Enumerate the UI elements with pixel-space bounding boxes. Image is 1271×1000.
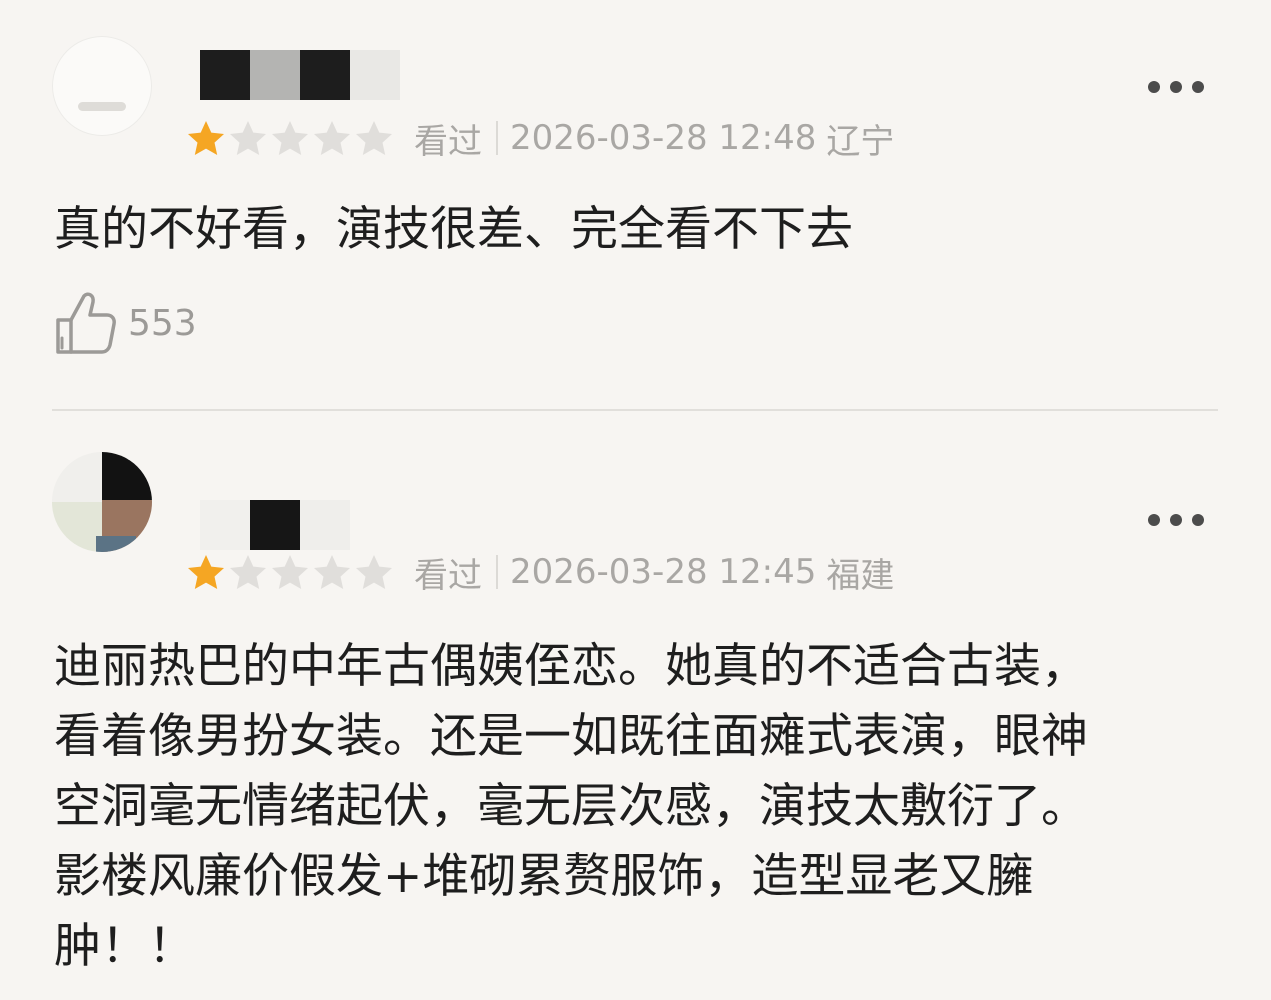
more-horizontal-icon [1192,514,1204,526]
redaction-block [250,50,300,100]
star-filled-icon [186,119,226,157]
star-filled-icon [186,553,226,591]
more-horizontal-icon [1170,81,1182,93]
more-horizontal-icon [1192,81,1204,93]
redaction-block [350,50,400,100]
star-empty-icon [270,553,310,591]
star-rating [186,553,394,591]
review-card: 看过 2026-03-28 12:45 福建 迪丽热巴的中年古偶姨侄恋。她真的不… [0,412,1271,1000]
meta-separator [496,555,498,589]
username-redacted[interactable] [200,50,430,100]
star-rating [186,119,394,157]
watched-label: 看过 [414,555,482,596]
star-empty-icon [228,553,268,591]
thumbs-up-icon [54,290,118,356]
review-text: 迪丽热巴的中年古偶姨侄恋。她真的不适合古装， 看着像男扮女装。还是一如既往面瘫式… [54,639,1088,974]
star-empty-icon [312,553,352,591]
avatar-photo-fragment [102,452,152,500]
avatar-photo-fragment [52,452,102,502]
more-horizontal-icon [1148,514,1160,526]
star-empty-icon [270,119,310,157]
review-text: 真的不好看，演技很差、完全看不下去 [54,202,853,257]
review-divider [52,409,1218,411]
redaction-block [200,500,250,550]
review-card: 看过 2026-03-28 12:48 辽宁 真的不好看，演技很差、完全看不下去… [0,0,1271,410]
rating-row: 看过 2026-03-28 12:45 福建 [186,552,894,596]
review-location: 辽宁 [826,121,895,162]
redaction-block [200,50,250,100]
redaction-block [300,50,350,100]
watched-label: 看过 [414,121,482,162]
meta-separator [496,121,498,155]
like-count: 553 [128,302,197,344]
avatar-placeholder [78,102,126,111]
like-button[interactable]: 553 [54,290,197,356]
more-options-button[interactable] [1148,510,1204,530]
review-date: 2026-03-28 12:45 [510,552,817,592]
star-empty-icon [354,119,394,157]
more-horizontal-icon [1148,81,1160,93]
rating-row: 看过 2026-03-28 12:48 辽宁 [186,118,894,162]
review-date: 2026-03-28 12:48 [510,118,817,158]
star-empty-icon [312,119,352,157]
more-options-button[interactable] [1148,77,1204,97]
redaction-block [300,500,350,550]
avatar-photo-fragment [96,536,136,552]
avatar-photo-fragment [52,502,102,552]
review-location: 福建 [826,555,895,596]
redaction-block [250,500,300,550]
username-redacted[interactable] [200,500,360,550]
more-horizontal-icon [1170,514,1182,526]
star-empty-icon [228,119,268,157]
star-empty-icon [354,553,394,591]
avatar[interactable] [52,36,152,136]
avatar[interactable] [52,452,152,552]
